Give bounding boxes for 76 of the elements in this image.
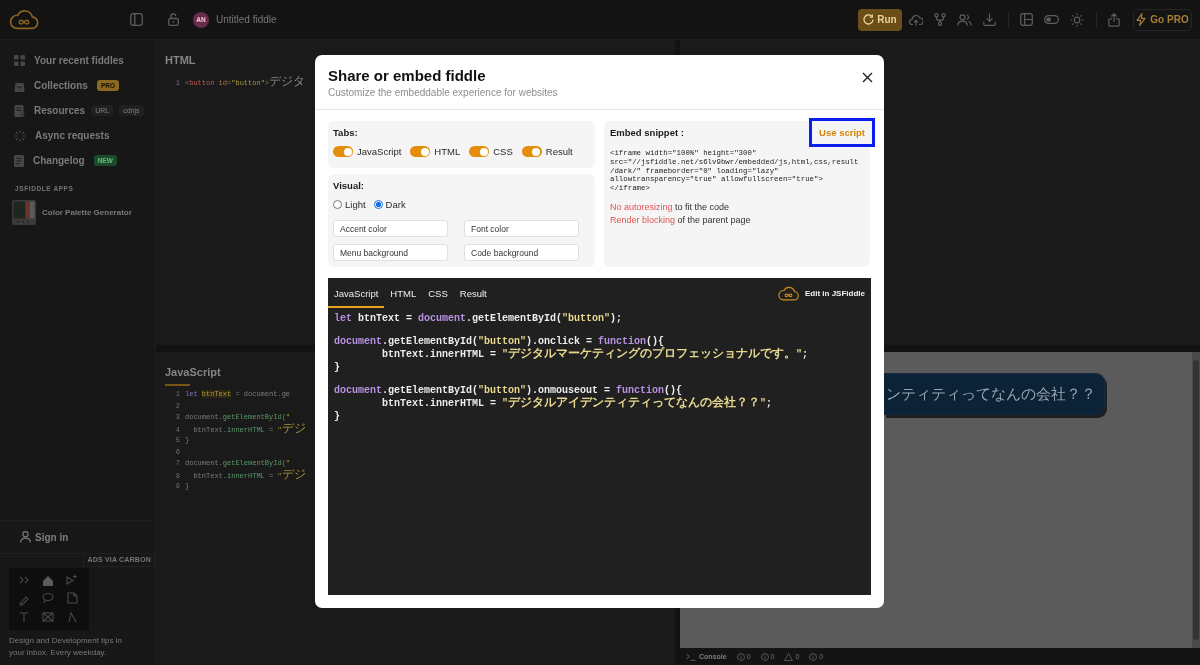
cloud-logo-icon	[778, 285, 799, 301]
code-line: let btnText = document.getElementById("button");	[334, 312, 623, 325]
info-icon	[760, 652, 769, 661]
grid-icon	[14, 55, 25, 66]
sign-in-link[interactable]: Sign in	[0, 520, 155, 554]
go-pro-button[interactable]: Go PRO	[1133, 8, 1192, 31]
toggle-switch[interactable]	[521, 146, 542, 157]
pane-title[interactable]: HTML	[165, 54, 196, 74]
tab-toggle-option[interactable]: CSS	[469, 146, 513, 157]
fiddle-title[interactable]: Untitled fiddle	[216, 14, 277, 25]
spinner-icon	[14, 129, 26, 142]
preview-tab[interactable]: Result	[453, 278, 493, 308]
embed-note: Render blocking of the parent page	[610, 214, 751, 227]
tab-toggle-option[interactable]: HTML	[410, 146, 461, 157]
document-icon	[14, 104, 25, 117]
sidebar-link[interactable]: Resources	[14, 104, 86, 117]
radio-button[interactable]	[333, 200, 342, 209]
edit-link[interactable]: Edit in JSFiddle	[778, 278, 865, 308]
sidebar-link[interactable]: Your recent fiddles	[14, 55, 124, 66]
sidebar-link[interactable]: Collections	[14, 79, 88, 92]
use-script-button[interactable]: Use script	[809, 118, 875, 147]
color-input[interactable]: Font color	[464, 220, 579, 237]
theme-option[interactable]: Light	[333, 199, 366, 210]
run-button[interactable]: Run	[858, 8, 902, 31]
color-input[interactable]: Accent color	[333, 220, 448, 237]
toggle-switch[interactable]	[410, 146, 431, 157]
result-button[interactable]: ンティティってなんの会社？？	[884, 373, 1105, 415]
info-icon	[736, 652, 745, 661]
ad-tools-drawing[interactable]	[9, 568, 89, 630]
theme-option[interactable]: Dark	[373, 199, 406, 210]
users-icon[interactable]	[957, 13, 972, 26]
list-icon	[14, 154, 24, 167]
download-icon[interactable]	[983, 13, 996, 26]
layout-icon[interactable]	[1020, 13, 1033, 26]
section-label: Visual:	[333, 180, 365, 191]
sidebar-link[interactable]: Changelog	[14, 154, 85, 167]
code-line: btnText.innerHTML = "デジタルアイデンティティってなんの会社？？";	[382, 397, 773, 410]
lightning-icon	[1136, 13, 1147, 26]
preview-tab[interactable]: JavaScript	[328, 278, 385, 308]
warning-icon	[784, 652, 794, 661]
cloud-logo-icon[interactable]	[9, 9, 39, 30]
lock-icon[interactable]	[168, 13, 179, 26]
radio-button[interactable]	[373, 200, 383, 209]
section-label: Embed snippet :	[610, 127, 684, 138]
section-label: Tabs:	[333, 127, 359, 138]
color-input[interactable]: Menu background	[333, 244, 448, 261]
code-line: document.getElementById("button").onmouseout = function(){	[334, 384, 683, 397]
user-icon	[20, 531, 31, 543]
preview-tab[interactable]: CSS	[422, 278, 454, 308]
refresh-icon	[863, 14, 875, 25]
pane-title[interactable]: JavaScript	[165, 366, 221, 386]
terminal-icon	[686, 652, 696, 661]
color-input[interactable]: Code background	[464, 244, 579, 261]
fork-icon[interactable]	[934, 13, 946, 26]
app-link[interactable]: Color Palette Generator	[12, 200, 132, 225]
code-line: }	[334, 361, 340, 374]
cloud-upload-icon[interactable]	[909, 13, 923, 26]
close-icon[interactable]	[862, 72, 873, 83]
toggle-icon[interactable]	[1044, 15, 1059, 24]
ad-text[interactable]: Design and Development tips in your inbox. Every weekday.	[9, 635, 137, 659]
tab-toggle-option[interactable]: JavaScript	[333, 146, 402, 157]
preview-tab[interactable]: HTML	[384, 278, 423, 308]
share-icon[interactable]	[1108, 12, 1120, 27]
dialog-title: Share or embed fiddle	[328, 67, 487, 85]
embed-note: No autoresizing to fit the code	[610, 201, 730, 214]
info-icon	[809, 652, 818, 661]
scrollbar[interactable]	[1192, 352, 1200, 648]
dialog-subtitle: Customize the embeddable experience for websites	[328, 87, 558, 99]
sun-icon[interactable]	[1070, 12, 1084, 27]
color-swatches-icon	[12, 200, 36, 225]
tab-toggle-option[interactable]: Result	[521, 146, 573, 157]
toggle-switch[interactable]	[469, 146, 490, 157]
sidebar-toggle-icon[interactable]	[130, 13, 143, 26]
sidebar-link[interactable]: Async requests	[14, 129, 110, 142]
code-line: }	[334, 410, 340, 423]
toggle-switch[interactable]	[333, 146, 353, 157]
